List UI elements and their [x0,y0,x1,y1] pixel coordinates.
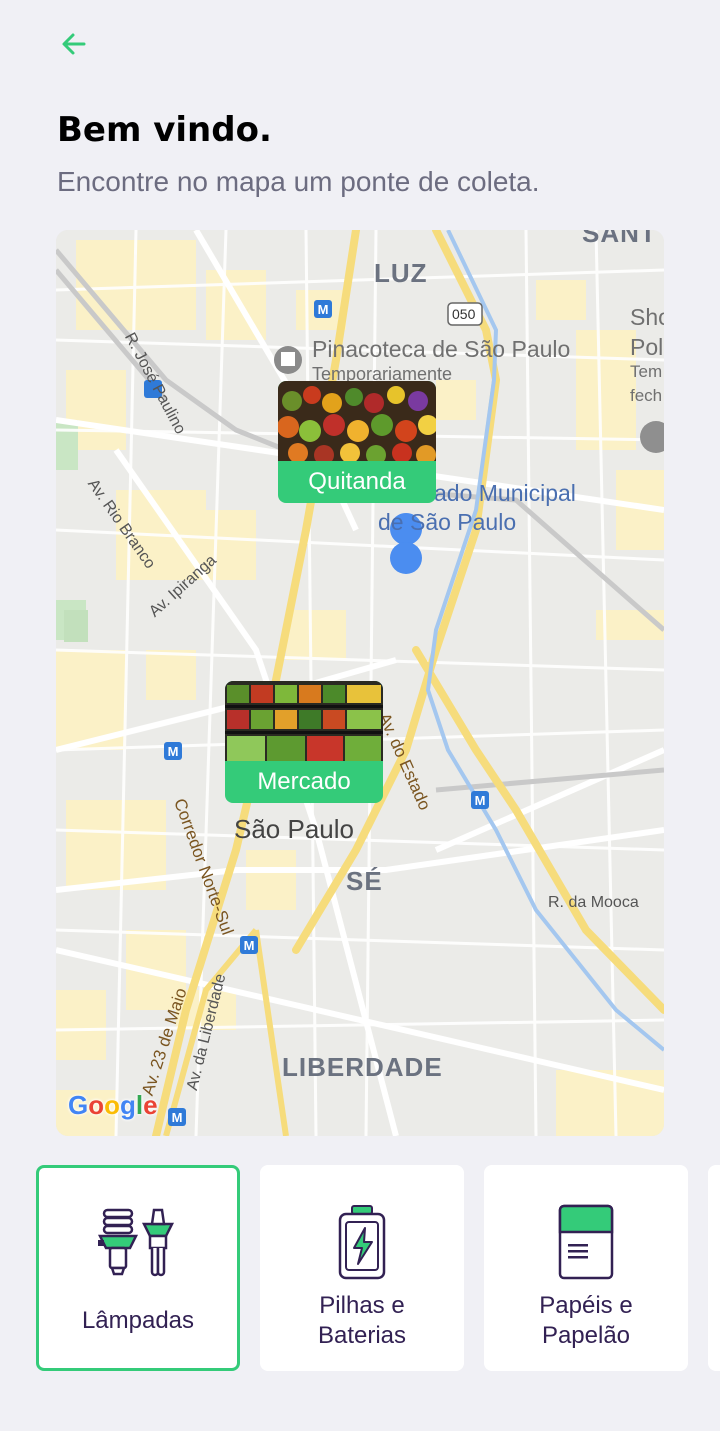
google-attribution: Google [68,1090,158,1121]
arrow-left-icon [60,30,88,63]
marker-label: Mercado [257,768,351,795]
mercado-municipal-label-1: ado Municipal [434,480,576,506]
metro-icon: M [471,791,489,809]
mercado-municipal-label-2: de São Paulo [378,509,517,535]
paper-icon [541,1202,631,1282]
item-label: Pilhas e Baterias [317,1292,407,1349]
battery-icon [317,1202,407,1282]
district-sant-label: SANT [582,230,657,248]
district-luz-label: LUZ [374,258,428,288]
metro-icon: M [168,1108,186,1126]
page-title: Bem vindo. [57,110,272,150]
highway-shield-label: 050 [452,306,476,322]
mercado-photo [225,681,383,761]
district-liberdade-label: LIBERDADE [282,1052,443,1082]
map-marker-mercado[interactable]: Mercado [225,681,383,803]
item-papeis-papelao[interactable]: Papéis e Papelão [484,1165,688,1371]
item-lampadas[interactable]: Lâmpadas [36,1165,240,1371]
item-next-partial[interactable] [708,1165,720,1371]
map-marker-quitanda[interactable]: Quitanda [278,381,436,503]
items-list[interactable]: Lâmpadas Pilhas e Baterias Papéis e Papelã… [36,1165,720,1375]
district-se-label: SÉ [346,866,383,896]
item-label: Lâmpadas [81,1307,195,1334]
metro-icon: M [164,742,182,760]
item-label: Papéis e Papelão [539,1292,633,1349]
metro-icon: M [240,936,258,954]
page-subtitle: Encontre no mapa um ponte de coleta. [57,166,540,197]
marker-label: Quitanda [308,468,406,495]
google-logo-text: Google [68,1090,158,1120]
shop-label-4: fech [630,386,663,405]
metro-icon: M [314,300,332,318]
pinacoteca-label: Pinacoteca de São Paulo [312,336,571,362]
quitanda-photo [278,381,436,461]
shop-label-3: Tem [630,362,663,381]
back-button[interactable] [56,28,92,64]
street-mooca: R. da Mooca [548,894,639,911]
light-bulbs-icon [93,1202,183,1282]
shop-label-1: Sho [630,304,664,330]
collection-points-map[interactable]: LUZ SANT SÉ LIBERDADE Pinacoteca de São … [56,230,664,1136]
item-pilhas-baterias[interactable]: Pilhas e Baterias [260,1165,464,1371]
city-label: São Paulo [234,814,354,844]
shop-label-2: Pol [630,334,664,360]
